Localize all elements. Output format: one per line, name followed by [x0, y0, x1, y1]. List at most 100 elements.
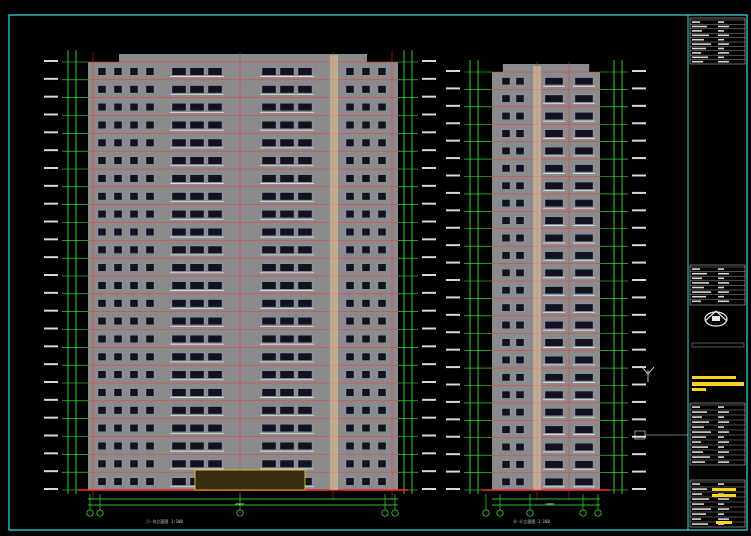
level-label-left [44, 470, 58, 473]
window [97, 103, 107, 112]
window [261, 174, 277, 183]
level-label-left [446, 122, 460, 125]
level-label-right [422, 345, 436, 348]
window [279, 85, 295, 94]
window [279, 138, 295, 147]
highlight-bar-4 [712, 488, 736, 491]
window [129, 210, 139, 219]
title-block-text [692, 493, 702, 495]
window [279, 121, 295, 129]
window [345, 317, 355, 326]
window [501, 147, 511, 155]
window [501, 234, 511, 242]
window [189, 192, 205, 201]
window [361, 281, 371, 290]
title-block-text [718, 456, 724, 458]
level-label-right [422, 381, 436, 383]
window [345, 67, 355, 76]
level-label-right [632, 191, 646, 194]
window [345, 85, 355, 94]
window [544, 216, 564, 225]
window [297, 281, 313, 290]
title-block-text [692, 21, 700, 23]
window [361, 299, 371, 308]
window [207, 281, 223, 290]
window [515, 478, 525, 486]
level-label-left [446, 348, 460, 351]
window [113, 370, 123, 379]
window [207, 67, 223, 76]
window [207, 245, 223, 254]
window [207, 317, 223, 326]
window [297, 121, 313, 129]
level-label-left [446, 279, 460, 281]
window [544, 303, 564, 312]
title-block-text [718, 461, 729, 463]
window [515, 338, 525, 347]
title-block [634, 17, 746, 528]
window [113, 335, 123, 343]
level-label-left [44, 184, 58, 187]
window [261, 424, 277, 433]
window [361, 245, 371, 254]
level-label-left [44, 95, 58, 98]
window [361, 192, 371, 201]
window [113, 138, 123, 147]
window [574, 94, 594, 103]
level-label-left [446, 400, 460, 403]
window [544, 338, 564, 347]
window [297, 299, 313, 308]
window [207, 174, 223, 183]
level-label-right [422, 113, 436, 116]
window [544, 443, 564, 451]
right-dimension-total: 19600 [545, 502, 554, 506]
window [361, 335, 371, 343]
window [501, 443, 511, 451]
window [207, 228, 223, 236]
window [544, 286, 564, 295]
window [279, 192, 295, 201]
window [171, 210, 187, 219]
window [97, 156, 107, 165]
window [189, 263, 205, 272]
level-label-right [632, 488, 646, 490]
window [145, 245, 155, 254]
title-block-text [692, 34, 709, 37]
left-elevation-caption: ①-⑳立面图 1:100 [146, 518, 183, 524]
window [171, 388, 187, 397]
title-block-text [692, 47, 706, 50]
window [544, 129, 564, 138]
level-label-left [44, 238, 58, 241]
window [207, 388, 223, 397]
window [361, 85, 371, 94]
window [171, 406, 187, 415]
window [189, 210, 205, 219]
level-label-left [44, 381, 58, 383]
window [145, 317, 155, 326]
title-block-text [692, 295, 706, 298]
axis-bubble [482, 509, 490, 517]
window [345, 103, 355, 112]
window [574, 356, 594, 364]
window [501, 286, 511, 295]
window [297, 459, 313, 468]
window [279, 299, 295, 308]
window [515, 356, 525, 364]
window [129, 121, 139, 129]
window [501, 129, 511, 138]
window [544, 460, 564, 469]
level-label-right [632, 279, 646, 281]
window [501, 112, 511, 120]
window [97, 192, 107, 201]
window [113, 210, 123, 219]
window [345, 281, 355, 290]
title-block-text [692, 431, 711, 433]
window [261, 210, 277, 219]
window [97, 281, 107, 290]
level-label-right [422, 60, 436, 62]
window [361, 210, 371, 219]
window [377, 406, 387, 415]
level-label-right [422, 184, 436, 187]
title-block-text [718, 436, 724, 438]
window [261, 317, 277, 326]
